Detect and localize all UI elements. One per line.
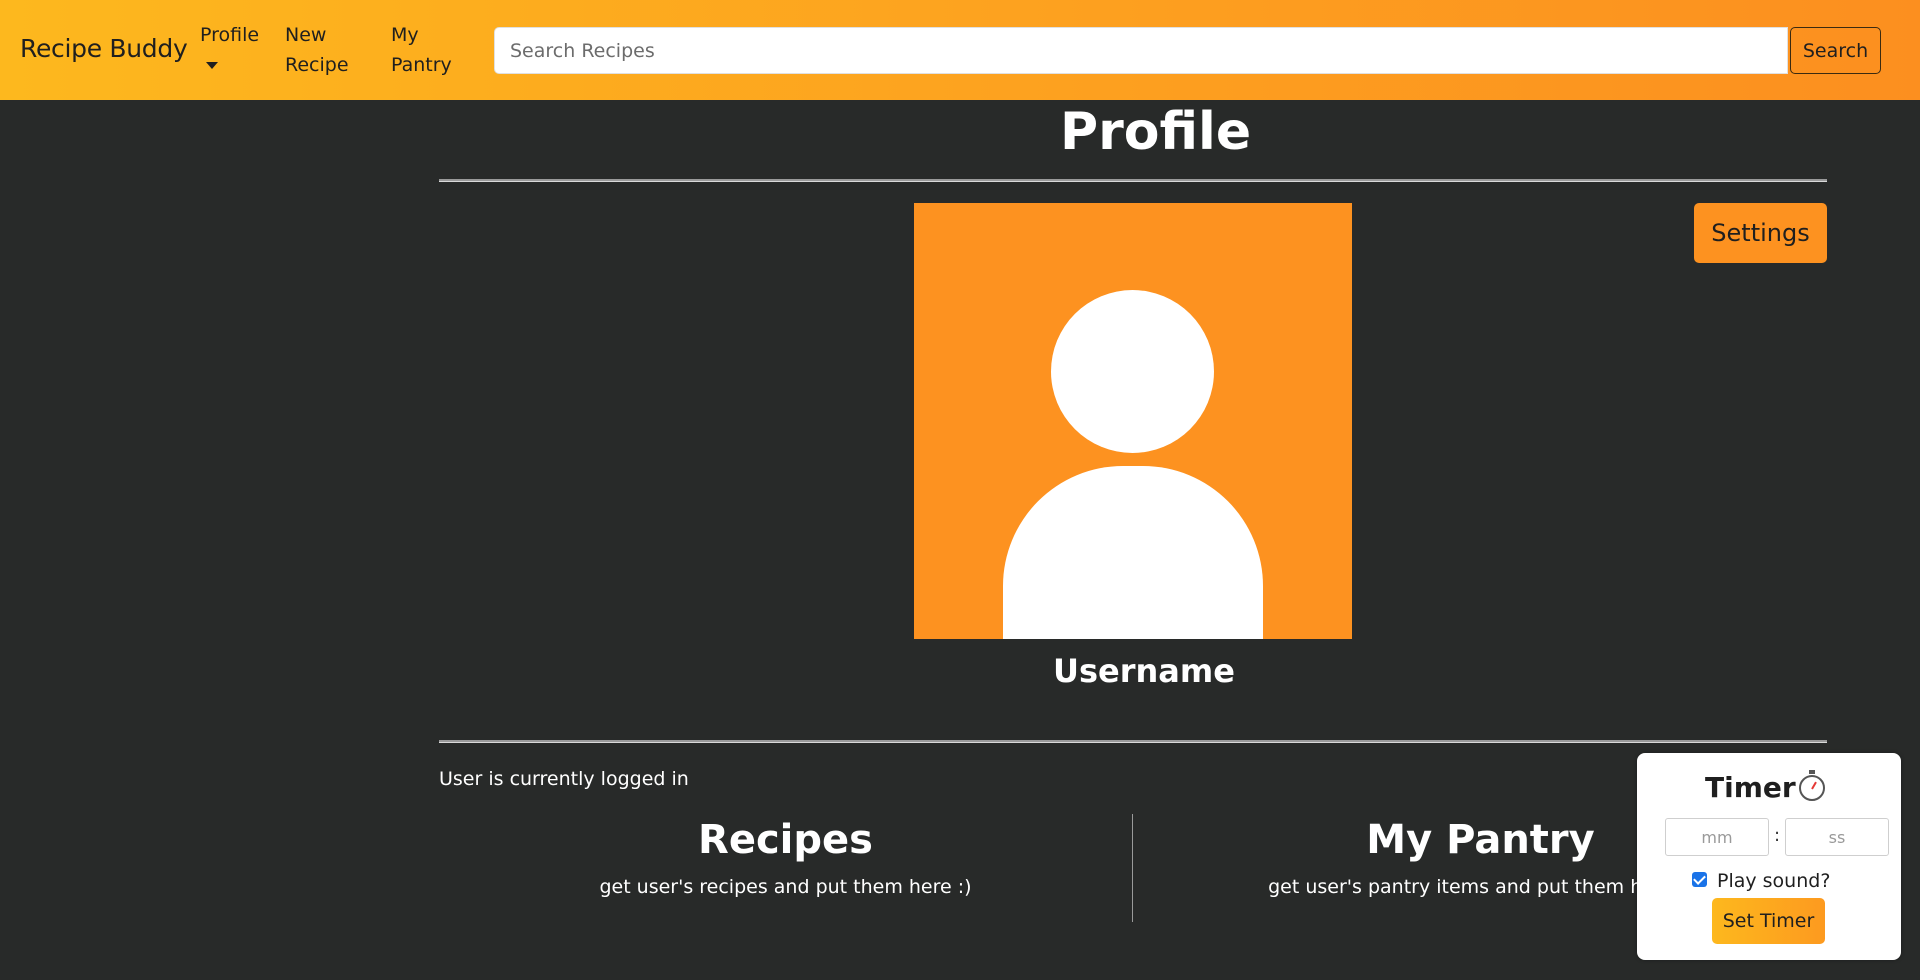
timer-seconds-input[interactable] [1785,818,1889,856]
divider-bottom [439,740,1827,743]
timer-widget: Timer : Play sound? Set Timer [1637,753,1901,960]
user-silhouette-icon [1051,290,1214,453]
stopwatch-icon [1799,770,1825,801]
timer-title: Timer [1705,771,1796,804]
play-sound-label: Play sound? [1717,870,1831,892]
username: Username [1053,652,1235,690]
set-timer-button[interactable]: Set Timer [1712,898,1825,944]
nav-my-pantry-link[interactable]: My Pantry [391,20,461,80]
section-divider [1132,814,1133,922]
chevron-down-icon[interactable] [206,62,218,69]
search-input[interactable] [494,27,1788,74]
play-sound-checkbox[interactable] [1692,872,1707,887]
page-title: Profile [1060,102,1252,162]
brand-logo-link[interactable]: Recipe Buddy [20,34,188,63]
user-silhouette-body [1003,466,1263,639]
timer-separator: : [1774,825,1781,846]
search-button[interactable]: Search [1790,27,1881,74]
recipes-placeholder-text: get user's recipes and put them here :) [599,876,972,898]
recipes-section: Recipes get user's recipes and put them … [439,812,1132,898]
settings-button[interactable]: Settings [1694,203,1827,263]
login-status-text: User is currently logged in [439,768,689,790]
nav-profile-dropdown[interactable]: Profile [200,20,259,50]
divider-top [439,179,1827,182]
top-navbar: Recipe Buddy Profile New Recipe My Pantr… [0,0,1920,100]
recipes-heading: Recipes [698,817,873,863]
avatar [914,203,1352,639]
timer-minutes-input[interactable] [1665,818,1769,856]
nav-new-recipe-link[interactable]: New Recipe [285,20,360,80]
